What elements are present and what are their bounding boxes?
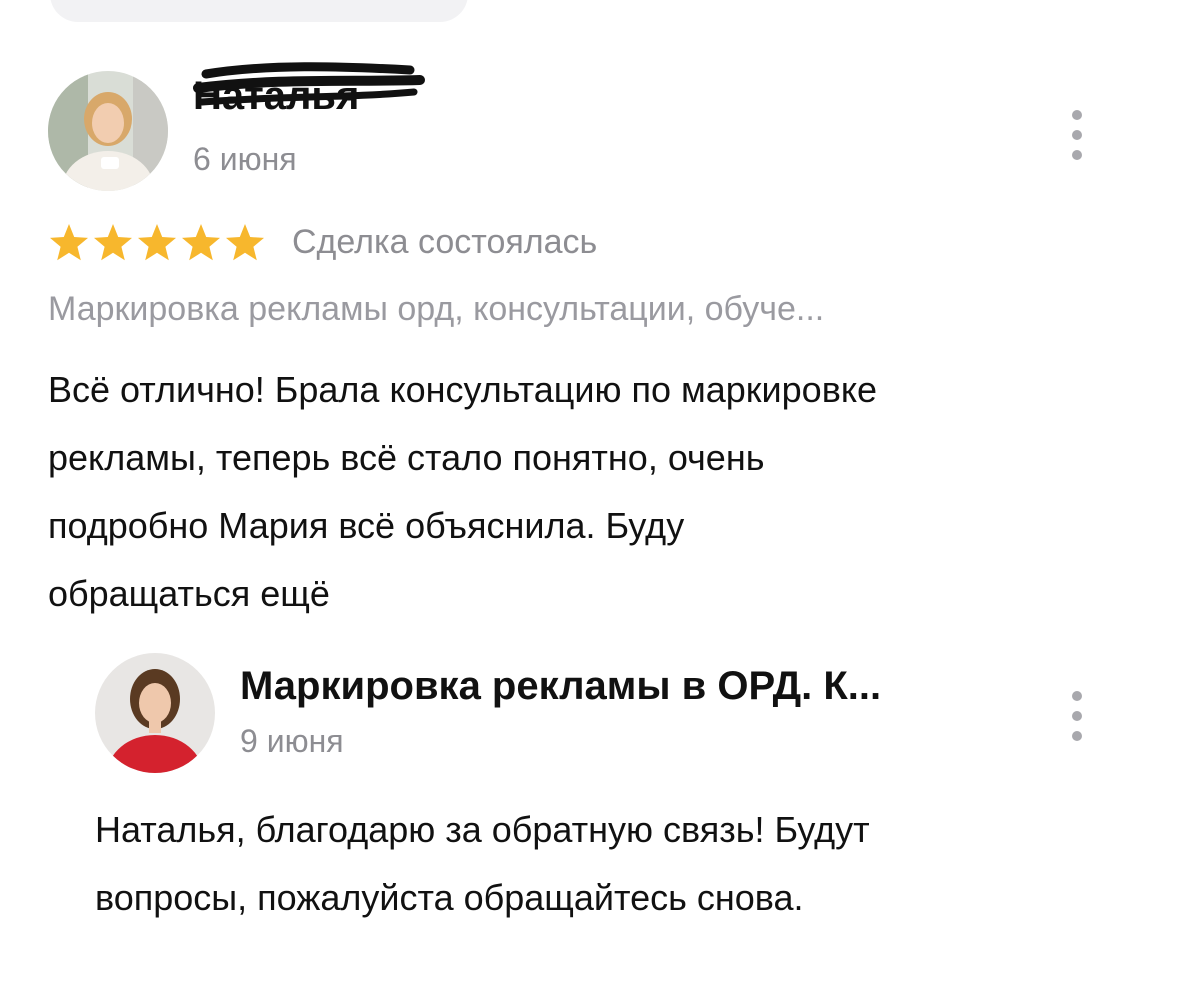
business-name[interactable]: Маркировка рекламы в ОРД. К... xyxy=(240,664,881,709)
review-text-line: обращаться ещё xyxy=(48,573,330,614)
top-button-partial[interactable] xyxy=(50,0,468,22)
reply-text: Наталья, благодарю за обратную связь! Бу… xyxy=(95,796,1155,932)
star-icon xyxy=(92,222,134,262)
review-text-line: рекламы, теперь всё стало понятно, очень xyxy=(48,437,765,478)
review-text-line: подробно Мария всё объяснила. Буду xyxy=(48,505,685,546)
reply-text-line: Наталья, благодарю за обратную связь! Бу… xyxy=(95,809,870,850)
star-icon xyxy=(180,222,222,262)
reply-date: 9 июня xyxy=(240,723,344,759)
review-date: 6 июня xyxy=(193,141,297,177)
reviewer-avatar[interactable] xyxy=(48,71,168,191)
service-name[interactable]: Маркировка рекламы орд, консультации, об… xyxy=(48,290,1128,329)
more-vertical-icon[interactable] xyxy=(1065,691,1089,741)
rating-row: Сделка состоялась xyxy=(48,222,597,262)
star-icon xyxy=(136,222,178,262)
review-text-line: Всё отлично! Брала консультацию по марки… xyxy=(48,369,878,410)
review-text: Всё отлично! Брала консультацию по марки… xyxy=(48,356,1148,628)
star-icon xyxy=(48,222,90,262)
reply-text-line: вопросы, пожалуйста обращайтесь снова. xyxy=(95,877,804,918)
reviewer-name[interactable]: Наталья xyxy=(193,72,359,120)
business-avatar[interactable] xyxy=(95,653,215,773)
more-vertical-icon[interactable] xyxy=(1065,110,1089,160)
star-icon xyxy=(224,222,266,262)
star-rating xyxy=(48,222,266,262)
deal-status: Сделка состоялась xyxy=(292,222,598,261)
